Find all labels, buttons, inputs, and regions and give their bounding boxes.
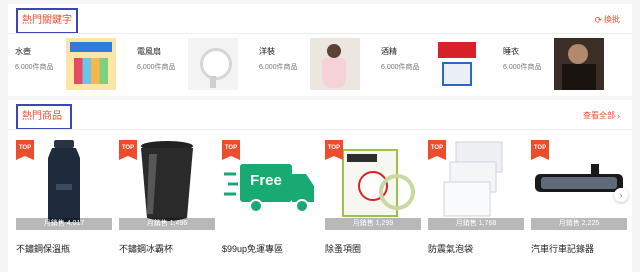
hot-products-section: 熱門商品 查看全部 › TOP 月銷售 4,017 不鏽鋼保溫瓶 TOP 月銷售… — [8, 100, 632, 272]
monthly-sales: 月銷售 4,017 — [16, 218, 112, 230]
free-label: Free — [250, 172, 282, 189]
product-name: 不鏽鋼保溫瓶 — [16, 244, 71, 254]
monthly-sales: 月銷售 2,225 — [531, 218, 627, 230]
desk-fan-icon — [188, 38, 238, 90]
keyword-item[interactable]: 酒精 6,000件商品 — [374, 36, 482, 92]
hot-keywords-title: 熱門關鍵字 — [16, 8, 78, 34]
dress-model-icon — [310, 38, 360, 90]
keyword-name: 睡衣 — [503, 47, 519, 56]
keyword-item[interactable]: 水壺 6,000件商品 — [8, 36, 116, 92]
monthly-sales: 月銷售 1,299 — [325, 218, 421, 230]
divider — [8, 129, 632, 130]
view-all-label: 查看全部 — [583, 111, 615, 120]
alcohol-sanitizer-icon — [432, 38, 482, 90]
keyword-item[interactable]: 睡衣 6,000件商品 — [496, 36, 604, 92]
keyword-count: 6,000件商品 — [137, 64, 176, 71]
product-name: $99up免運專區 — [222, 244, 284, 254]
view-all-link[interactable]: 查看全部 › — [583, 110, 620, 122]
keyword-list: 水壺 6,000件商品 電風扇 6,000件商品 洋裝 6,000件商品 酒精 … — [8, 36, 632, 92]
product-card[interactable]: TOP 月銷售 4,017 不鏽鋼保溫瓶 — [12, 134, 112, 270]
product-card[interactable]: Free TOP $99up免運專區 — [218, 134, 318, 270]
keyword-count: 6,000件商品 — [381, 64, 420, 71]
refresh-keywords-label: 換批 — [604, 15, 620, 24]
keyword-count: 6,000件商品 — [15, 64, 54, 71]
hot-keywords-section: 熱門關鍵字 ⟳ 換批 水壺 6,000件商品 電風扇 6,000件商品 洋裝 6… — [8, 4, 632, 96]
product-card[interactable]: TOP 月銷售 2,225 汽車行車記錄器 — [527, 134, 627, 270]
product-name: 除蚤項圈 — [325, 244, 362, 254]
refresh-icon: ⟳ — [594, 15, 602, 25]
chevron-right-icon: › — [617, 111, 620, 121]
product-name: 防震氣泡袋 — [428, 244, 474, 254]
product-card[interactable]: TOP 月銷售 1,496 不鏽鋼冰霸杯 — [115, 134, 215, 270]
monthly-sales: 月銷售 1,768 — [428, 218, 524, 230]
keyword-item[interactable]: 電風扇 6,000件商品 — [130, 36, 238, 92]
divider — [8, 33, 632, 34]
keyword-count: 6,000件商品 — [503, 64, 542, 71]
pajamas-model-icon — [554, 38, 604, 90]
keyword-name: 電風扇 — [137, 47, 161, 56]
product-list: TOP 月銷售 4,017 不鏽鋼保溫瓶 TOP 月銷售 1,496 不鏽鋼冰霸… — [8, 134, 632, 270]
hot-products-title: 熱門商品 — [16, 104, 72, 130]
keyword-name: 洋裝 — [259, 47, 275, 56]
chevron-right-icon: › — [619, 190, 623, 200]
keyword-name: 酒精 — [381, 47, 397, 56]
product-name: 不鏽鋼冰霸杯 — [119, 244, 174, 254]
keyword-item[interactable]: 洋裝 6,000件商品 — [252, 36, 360, 92]
refresh-keywords-button[interactable]: ⟳ 換批 — [594, 14, 620, 26]
keyword-count: 6,000件商品 — [259, 64, 298, 71]
water-bottle-poster-icon — [66, 38, 116, 90]
carousel-next-button[interactable]: › — [614, 188, 628, 202]
product-card[interactable]: TOP 月銷售 1,299 除蚤項圈 — [321, 134, 421, 270]
product-name: 汽車行車記錄器 — [531, 244, 595, 254]
keyword-name: 水壺 — [15, 47, 31, 56]
product-card[interactable]: TOP 月銷售 1,768 防震氣泡袋 — [424, 134, 524, 270]
monthly-sales: 月銷售 1,496 — [119, 218, 215, 230]
